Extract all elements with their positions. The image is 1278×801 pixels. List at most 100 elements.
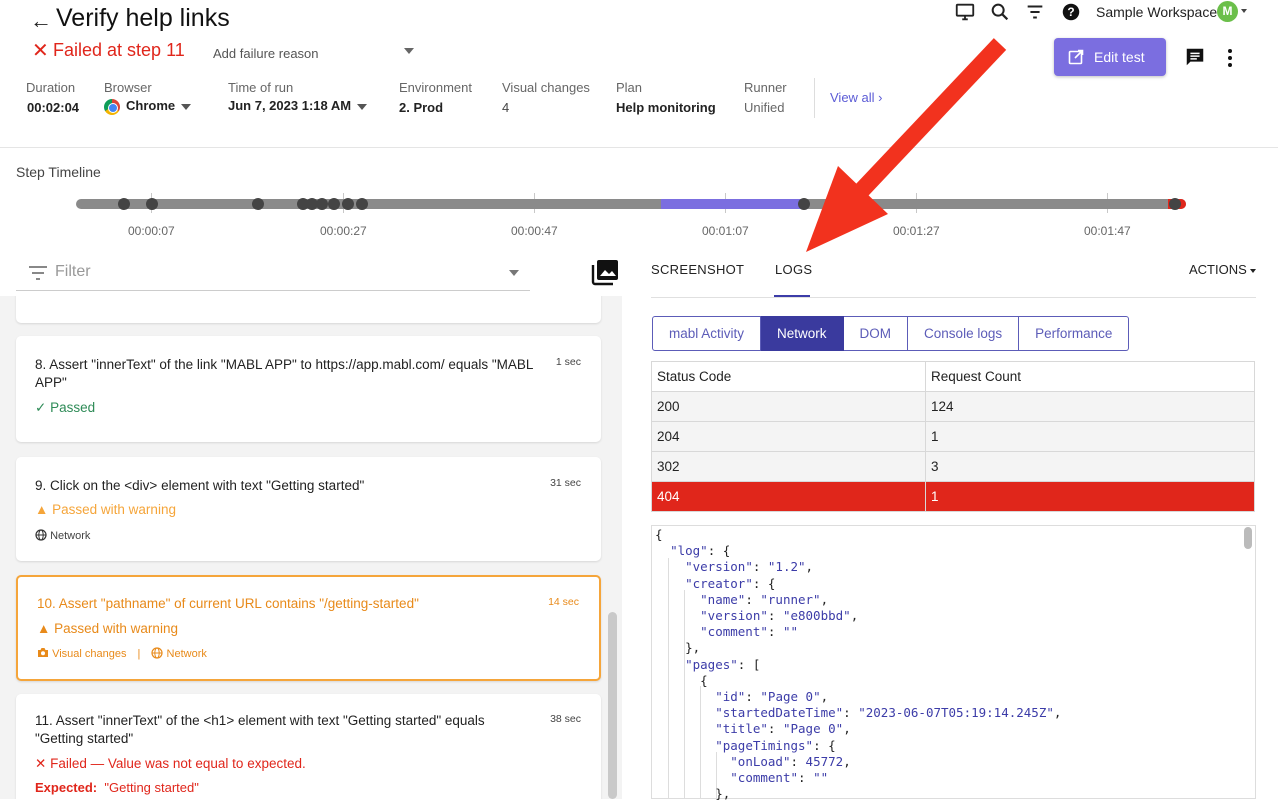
table-row[interactable]: 204 1 [651, 421, 1255, 452]
edit-test-button[interactable]: Edit test [1054, 38, 1166, 76]
network-status-table: Status Code Request Count 200 124 204 1 … [651, 361, 1255, 512]
chevron-down-icon [181, 103, 192, 110]
json-line: "creator": { [685, 575, 776, 591]
step-tag-label: Network [50, 530, 91, 542]
view-all-label: View all [830, 90, 875, 105]
comment-icon[interactable] [1184, 46, 1206, 68]
timeline-time-label: 00:01:27 [893, 224, 940, 238]
expected-value: Expected: "Getting started" [35, 780, 199, 795]
steps-scrollbar[interactable] [608, 612, 617, 799]
json-line: }, [655, 640, 701, 656]
browser-value: Chrome [126, 98, 176, 113]
json-line: { [655, 527, 663, 542]
timeline-selected-range[interactable] [661, 199, 803, 209]
open-external-icon [1068, 49, 1084, 65]
failure-reason-select[interactable]: Add failure reason [213, 46, 319, 61]
log-type-tabs: mabl Activity Network DOM Console logs P… [652, 316, 1130, 351]
filter-icon[interactable] [1024, 1, 1046, 23]
step-card[interactable] [16, 296, 601, 323]
json-line: "name": "runner", [700, 591, 829, 607]
help-icon[interactable]: ? [1060, 1, 1082, 23]
filter-input[interactable]: Filter [55, 263, 91, 281]
chevron-down-icon[interactable] [1241, 9, 1247, 13]
step-card[interactable]: 11. Assert "innerText" of the <h1> eleme… [16, 694, 601, 799]
json-line: "pages": [ [685, 656, 761, 672]
column-header[interactable]: Status Code [651, 361, 926, 392]
step-tag-visual-changes[interactable]: Visual changes [52, 648, 126, 660]
timeline-track[interactable] [76, 199, 1186, 209]
timeline-step-dot[interactable] [146, 198, 158, 210]
more-vert-icon[interactable] [1220, 47, 1240, 69]
browser-label: Browser [104, 80, 152, 95]
browser-select[interactable]: Chrome [104, 98, 192, 115]
step-card[interactable]: 8. Assert "innerText" of the link "MABL … [16, 336, 601, 442]
table-row-error[interactable]: 404 1 [651, 481, 1255, 512]
step-tag-network[interactable]: Network [35, 529, 90, 542]
table-header-row: Status Code Request Count [651, 361, 1255, 392]
step-title: 10. Assert "pathname" of current URL con… [37, 596, 419, 611]
timeline-step-dot[interactable] [252, 198, 264, 210]
step-tags: Visual changes | Network [37, 647, 207, 660]
plan-value[interactable]: Help monitoring [616, 100, 716, 115]
camera-icon [38, 648, 48, 657]
log-tab-mabl-activity[interactable]: mabl Activity [652, 316, 762, 351]
timeline-step-dot[interactable] [1169, 198, 1181, 210]
view-all-link[interactable]: View all › [830, 90, 883, 105]
duration-value: 00:02:04 [27, 100, 80, 115]
tab-active-indicator [774, 295, 810, 297]
workspace-name[interactable]: Sample Workspace [1096, 4, 1217, 20]
table-cell: 200 [651, 391, 926, 422]
search-icon[interactable] [989, 1, 1011, 23]
log-tab-console[interactable]: Console logs [908, 316, 1020, 351]
chevron-down-icon[interactable] [404, 48, 414, 54]
globe-icon [35, 529, 47, 541]
step-card-selected[interactable]: 10. Assert "pathname" of current URL con… [16, 575, 601, 681]
log-tab-performance[interactable]: Performance [1019, 316, 1130, 351]
edit-test-label: Edit test [1094, 49, 1145, 65]
timeline-step-dot[interactable] [356, 198, 368, 210]
step-status-label: Passed with warning [54, 621, 178, 636]
steps-panel[interactable]: 8. Assert "innerText" of the link "MABL … [0, 296, 622, 799]
tab-screenshot[interactable]: SCREENSHOT [651, 262, 744, 277]
timeline-step-dot[interactable] [798, 198, 810, 210]
timeline-step-dot[interactable] [118, 198, 130, 210]
avatar[interactable]: M [1217, 1, 1238, 22]
chevron-down-icon[interactable] [509, 270, 519, 276]
log-tab-dom[interactable]: DOM [843, 316, 909, 351]
column-header[interactable]: Request Count [925, 361, 1255, 392]
table-cell: 404 [651, 481, 926, 512]
visual-changes-value[interactable]: 4 [502, 100, 509, 115]
table-cell: 1 [925, 481, 1255, 512]
table-cell: 204 [651, 421, 926, 452]
json-line: "version": "1.2", [685, 559, 814, 575]
step-duration: 38 sec [550, 713, 581, 725]
failure-status: Failed at step 11 [53, 40, 185, 60]
timeline-step-dot[interactable] [342, 198, 354, 210]
json-line: "onLoad": 45772, [730, 753, 851, 769]
json-scrollbar[interactable] [1244, 527, 1252, 549]
timeline-step-dot[interactable] [316, 198, 328, 210]
time-of-run-select[interactable]: Jun 7, 2023 1:18 AM [228, 98, 368, 113]
json-line: "comment": "" [730, 770, 829, 785]
warning-icon: ▲ [35, 502, 49, 517]
timeline-step-dot[interactable] [328, 198, 340, 210]
json-line: "log": { [670, 543, 731, 559]
log-tab-network[interactable]: Network [761, 316, 844, 351]
table-row[interactable]: 302 3 [651, 451, 1255, 482]
environment-value[interactable]: 2. Prod [399, 100, 443, 115]
tab-logs[interactable]: LOGS [775, 262, 812, 277]
table-cell: 1 [925, 421, 1255, 452]
gallery-icon[interactable] [590, 258, 620, 286]
monitor-icon[interactable] [954, 1, 976, 23]
step-duration: 14 sec [548, 596, 579, 608]
timeline-time-label: 00:00:07 [128, 224, 175, 238]
table-row[interactable]: 200 124 [651, 391, 1255, 422]
step-tag-network[interactable]: Network [167, 648, 207, 660]
actions-menu[interactable]: ACTIONS [1189, 262, 1256, 277]
step-status: ▲ Passed with warning [35, 502, 176, 517]
table-cell: 302 [651, 451, 926, 482]
runner-label: Runner [744, 80, 787, 95]
back-arrow-icon[interactable]: ← [30, 8, 52, 34]
step-card[interactable]: 9. Click on the <div> element with text … [16, 457, 601, 561]
timeline-time-label: 00:00:47 [511, 224, 558, 238]
